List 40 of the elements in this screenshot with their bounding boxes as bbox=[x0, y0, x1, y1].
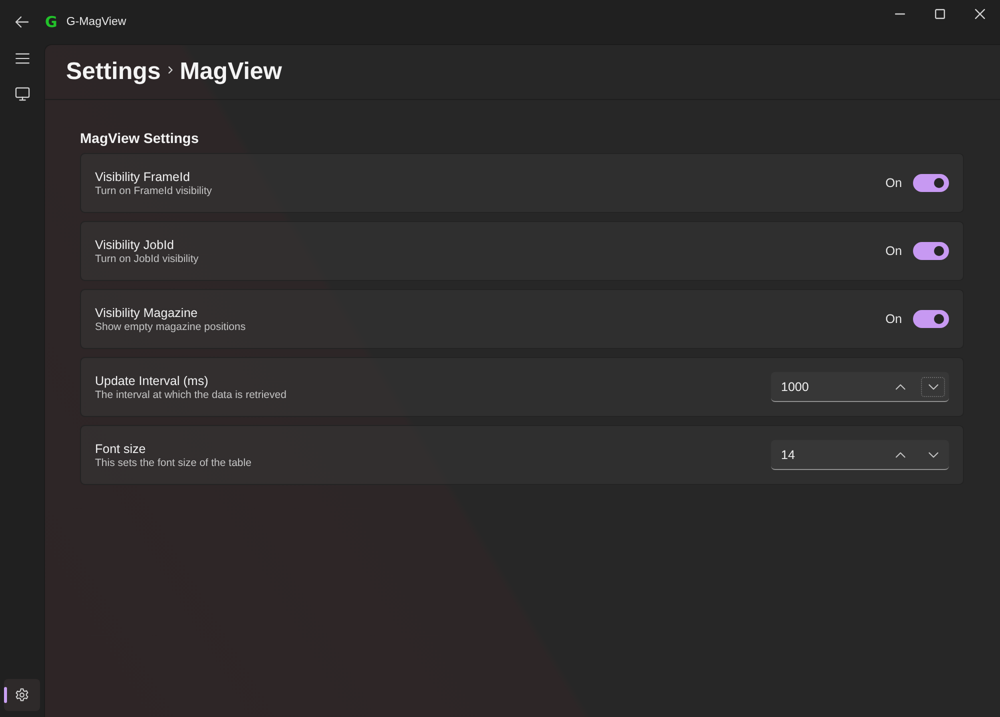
setting-description: This sets the font size of the table bbox=[95, 456, 252, 468]
menu-icon bbox=[14, 52, 30, 64]
chevron-down-icon bbox=[928, 452, 938, 458]
close-icon bbox=[975, 9, 985, 19]
chevron-up-icon bbox=[894, 452, 906, 458]
page-title: MagView bbox=[180, 58, 282, 86]
toggle-switch[interactable] bbox=[913, 242, 949, 260]
toggle-switch[interactable] bbox=[913, 310, 949, 328]
setting-description: Turn on JobId visibility bbox=[95, 252, 200, 264]
setting-title: Update Interval (ms) bbox=[95, 374, 210, 388]
monitor-icon bbox=[14, 87, 30, 101]
chevron-down-icon bbox=[928, 384, 938, 390]
setting-title: Visibility JobId bbox=[95, 238, 175, 252]
maximize-icon bbox=[935, 9, 945, 19]
setting-description: The interval at which the data is retrieved bbox=[95, 388, 288, 400]
maximize-button[interactable] bbox=[935, 9, 945, 19]
chevron-right-icon bbox=[168, 66, 173, 74]
window-title: G-MagView bbox=[66, 16, 126, 28]
back-arrow-icon bbox=[15, 16, 29, 28]
settings-icon bbox=[15, 688, 29, 702]
app-logo: G bbox=[45, 14, 58, 30]
close-button[interactable] bbox=[975, 9, 985, 19]
setting-description: Turn on FrameId visibility bbox=[95, 184, 213, 196]
toggle-state-label: On bbox=[885, 312, 902, 326]
breadcrumb-link[interactable]: Settings bbox=[66, 58, 161, 86]
number-input[interactable]: 14 bbox=[771, 440, 949, 470]
setting-title: Visibility Magazine bbox=[95, 306, 199, 320]
number-input[interactable]: 1000 bbox=[771, 372, 949, 402]
setting-title: Visibility FrameId bbox=[95, 170, 191, 184]
toggle-state-label: On bbox=[885, 244, 902, 258]
toggle-switch[interactable] bbox=[913, 174, 949, 192]
toggle-state-label: On bbox=[885, 176, 902, 190]
back-button[interactable] bbox=[15, 16, 29, 28]
setting-title: Font size bbox=[95, 442, 147, 456]
nav-item[interactable] bbox=[4, 679, 40, 711]
section-title: MagView Settings bbox=[80, 130, 200, 146]
decrement-button[interactable] bbox=[921, 376, 945, 396]
chevron-up-icon bbox=[894, 384, 906, 390]
minimize-icon bbox=[895, 13, 905, 15]
setting-description: Show empty magazine positions bbox=[95, 320, 247, 332]
